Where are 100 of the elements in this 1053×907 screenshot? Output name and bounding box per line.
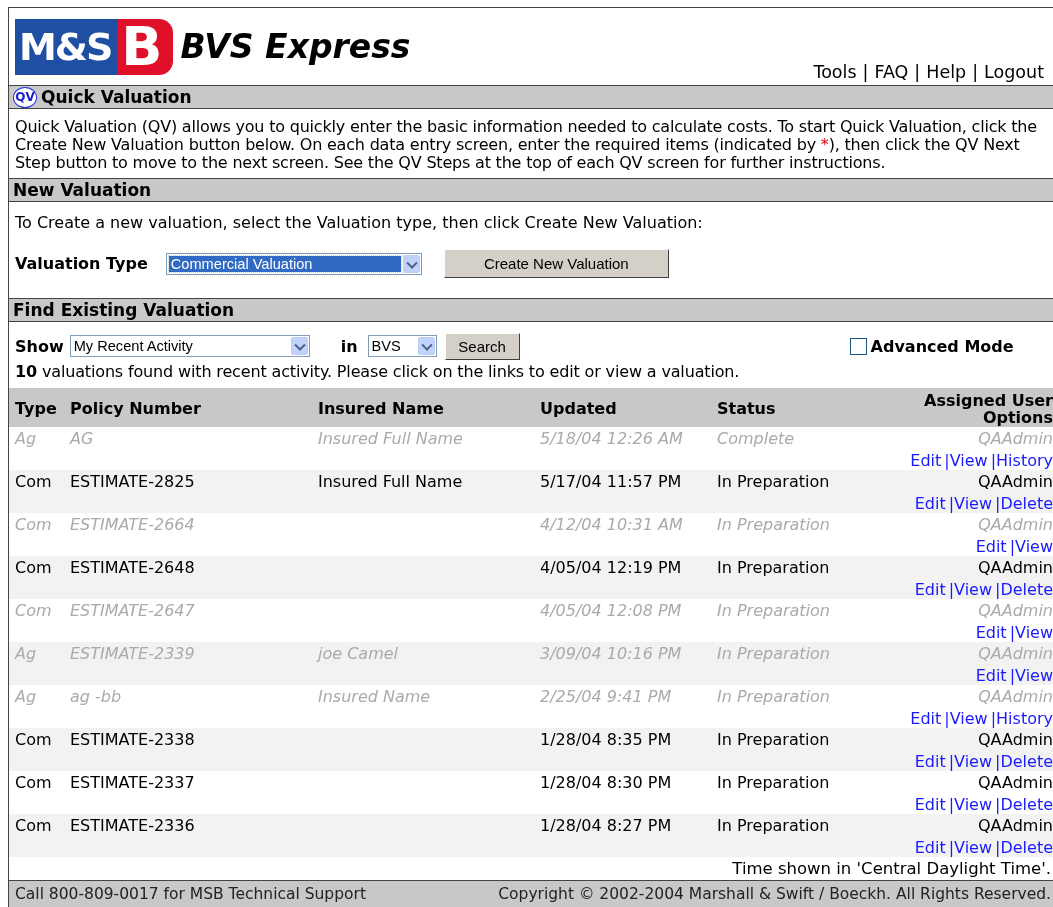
link-separator: |: [944, 709, 950, 728]
link-separator: |: [995, 838, 1001, 857]
table-cell: 1/28/04 8:35 PM: [540, 730, 672, 749]
option-link[interactable]: Edit: [975, 666, 1007, 685]
table-cell: AG: [70, 429, 94, 448]
table-cell: ESTIMATE-2825: [70, 472, 195, 491]
link-separator: |: [948, 580, 955, 599]
table-cell: Ag: [15, 687, 37, 706]
table-cell: Com: [15, 601, 52, 620]
table-cell: QAAdmin: [978, 429, 1053, 448]
column-header: Status: [717, 388, 893, 427]
table-cell: 3/09/04 10:16 PM: [540, 644, 682, 663]
option-link[interactable]: View: [1015, 537, 1053, 556]
link-separator: |: [1009, 537, 1016, 556]
table-cell: QAAdmin: [978, 472, 1053, 491]
table-cell: ESTIMATE-2337: [70, 773, 195, 792]
column-header: Assigned User Options: [893, 388, 1053, 427]
table-cell: 5/17/04 11:57 PM: [540, 472, 682, 491]
option-link[interactable]: View: [949, 709, 988, 728]
option-link[interactable]: Edit: [910, 709, 942, 728]
option-link[interactable]: Edit: [914, 752, 946, 771]
link-separator: |: [948, 838, 955, 857]
table-cell: QAAdmin: [978, 730, 1053, 749]
option-link[interactable]: View: [949, 451, 988, 470]
table-cell: ESTIMATE-2339: [70, 644, 195, 663]
table-cell: Com: [15, 472, 52, 491]
table-cell: 4/05/04 12:08 PM: [540, 601, 682, 620]
option-link[interactable]: View: [1015, 666, 1053, 685]
option-link[interactable]: Edit: [910, 451, 942, 470]
link-separator: |: [914, 62, 921, 82]
field-label: in: [340, 336, 358, 356]
option-link[interactable]: Edit: [975, 623, 1007, 642]
option-link[interactable]: View: [954, 494, 993, 513]
show-dropdown[interactable]: My Recent Activity: [69, 335, 310, 357]
table-cell: In Preparation: [717, 816, 830, 835]
link-separator: |: [944, 451, 950, 470]
table-cell: In Preparation: [717, 773, 830, 792]
table-cell: QAAdmin: [978, 558, 1053, 577]
table-cell: 5/18/04 12:26 AM: [540, 429, 683, 448]
table-cell: QAAdmin: [978, 601, 1053, 620]
option-link[interactable]: Delete: [1000, 838, 1053, 857]
option-link[interactable]: Delete: [1000, 580, 1053, 599]
table-cell: Insured Full Name: [318, 472, 463, 491]
header-link[interactable]: Help: [926, 62, 967, 82]
column-header: Policy Number: [70, 388, 318, 427]
option-link[interactable]: Edit: [975, 537, 1007, 556]
header-link[interactable]: Tools: [813, 62, 857, 82]
table-cell: Insured Full Name: [318, 429, 463, 448]
valuation-type-dropdown[interactable]: Commercial Valuation: [165, 252, 422, 275]
table-cell: QAAdmin: [978, 816, 1053, 835]
product-name: BVS Express: [180, 27, 411, 66]
header-link[interactable]: Logout: [984, 62, 1044, 82]
option-link[interactable]: View: [954, 752, 993, 771]
option-link[interactable]: Delete: [1000, 795, 1053, 814]
checkbox-label: Advanced Mode: [870, 336, 1014, 356]
table-cell: ESTIMATE-2648: [70, 558, 195, 577]
table-cell: In Preparation: [717, 687, 830, 706]
column-header: Updated: [540, 388, 717, 427]
option-link[interactable]: View: [954, 838, 993, 857]
option-link[interactable]: Delete: [1000, 494, 1053, 513]
checkbox[interactable]: [849, 337, 867, 355]
qv-icon: QV: [13, 86, 37, 108]
section-header: QV Quick Valuation: [9, 86, 1053, 109]
table-cell: Com: [15, 558, 52, 577]
link-separator: |: [995, 580, 1001, 599]
header-link[interactable]: FAQ: [874, 62, 909, 82]
logo: M&S B: [15, 18, 173, 75]
table-cell: ag -bb: [70, 687, 122, 706]
link-separator: |: [972, 62, 979, 82]
table-cell: In Preparation: [717, 558, 830, 577]
table-cell: Com: [15, 773, 52, 792]
table-cell: ESTIMATE-2647: [70, 601, 195, 620]
search-button[interactable]: Search: [444, 332, 520, 360]
option-link[interactable]: Edit: [914, 580, 946, 599]
link-separator: |: [948, 795, 955, 814]
option-link[interactable]: History: [996, 451, 1053, 470]
link-separator: |: [948, 494, 955, 513]
option-link[interactable]: View: [1015, 623, 1053, 642]
option-link[interactable]: View: [954, 795, 993, 814]
table-cell: In Preparation: [717, 730, 830, 749]
table-cell: joe Camel: [318, 644, 398, 663]
table-cell: QAAdmin: [978, 687, 1053, 706]
source-dropdown[interactable]: BVS: [367, 335, 437, 357]
table-cell: Insured Name: [318, 687, 431, 706]
section-header: New Valuation: [9, 179, 1053, 202]
support-text: Call 800-809-0017 for MSB Technical Support: [15, 885, 366, 903]
table-cell: ESTIMATE-2664: [70, 515, 195, 534]
option-link[interactable]: View: [954, 580, 993, 599]
option-link[interactable]: Edit: [914, 494, 946, 513]
option-link[interactable]: Edit: [914, 795, 946, 814]
link-separator: |: [990, 451, 997, 470]
table-cell: ESTIMATE-2338: [70, 730, 195, 749]
table-cell: In Preparation: [717, 644, 830, 663]
option-link[interactable]: Delete: [1000, 752, 1053, 771]
create-button[interactable]: Create New Valuation: [443, 249, 669, 278]
link-separator: |: [948, 752, 955, 771]
link-separator: |: [1009, 666, 1016, 685]
table-cell: QAAdmin: [978, 515, 1053, 534]
option-link[interactable]: History: [996, 709, 1053, 728]
option-link[interactable]: Edit: [914, 838, 946, 857]
